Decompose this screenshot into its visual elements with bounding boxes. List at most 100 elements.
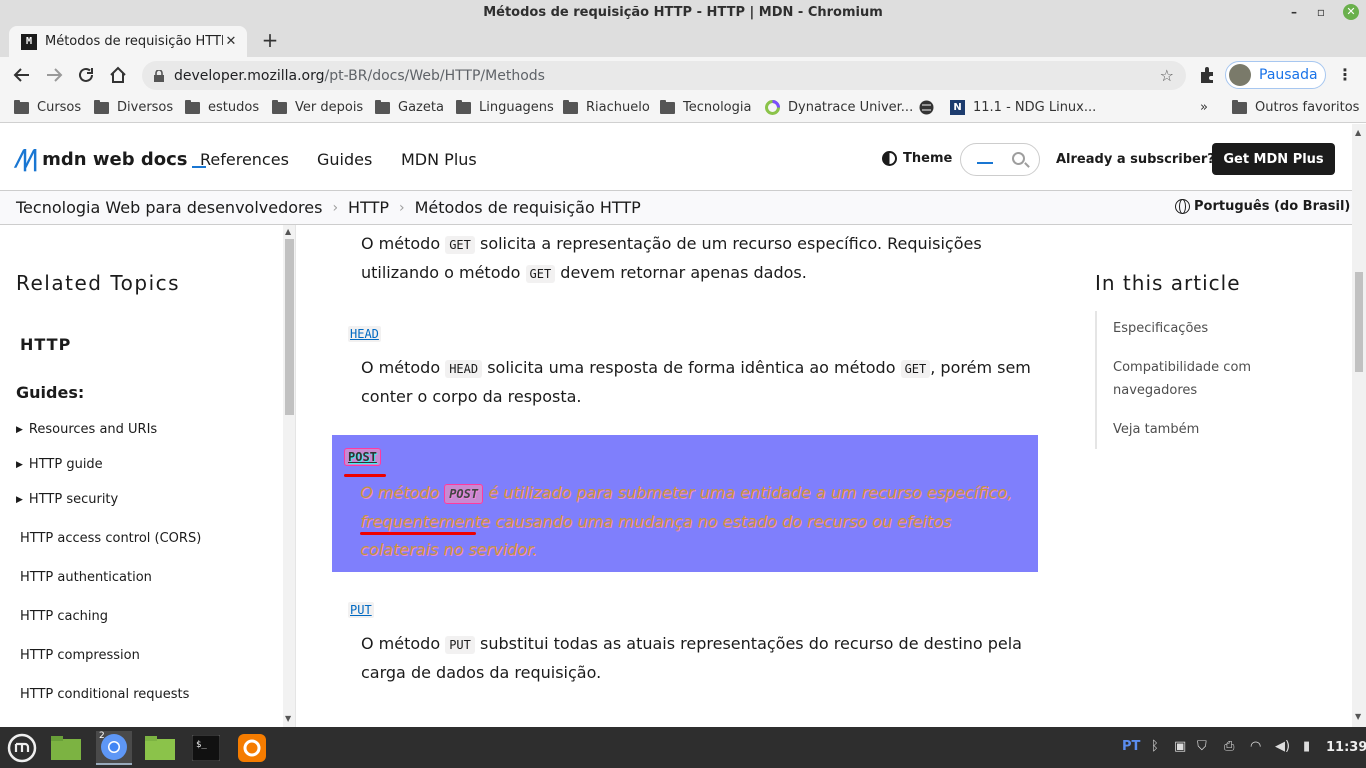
sidebar-item-compression[interactable]: HTTP compression — [20, 648, 140, 663]
bookmark-riachuelo[interactable]: Riachuelo — [563, 99, 650, 115]
back-icon[interactable] — [11, 64, 33, 86]
mdn-logo-mark-icon: /|/| — [16, 147, 39, 172]
bookmark-linguagens[interactable]: Linguagens — [456, 99, 554, 115]
sidebar-scroll-thumb[interactable] — [285, 239, 294, 415]
svg-text:$_: $_ — [196, 740, 207, 750]
folder-icon — [660, 99, 675, 114]
app-orange-icon[interactable] — [234, 731, 270, 765]
scroll-up-icon[interactable]: ▲ — [1355, 128, 1361, 137]
globe-icon — [919, 100, 934, 115]
close-window-icon[interactable]: ✕ — [1343, 4, 1359, 20]
sidebar-item-resources-and-uris[interactable]: ▶ Resources and URIs — [16, 422, 157, 437]
page-scrollbar[interactable]: ▲ ▼ — [1352, 124, 1366, 727]
reload-icon[interactable] — [75, 64, 97, 86]
folder-icon — [14, 99, 29, 114]
bookmark-cursos[interactable]: Cursos — [14, 99, 81, 115]
nav-mdn-plus[interactable]: MDN Plus — [401, 150, 477, 169]
breadcrumb: Tecnologia Web para desenvolvedores › HT… — [16, 198, 641, 217]
nav-guides[interactable]: Guides — [317, 150, 372, 169]
clock[interactable]: 11:39 — [1326, 740, 1366, 755]
get-mdn-plus-button[interactable]: Get MDN Plus — [1212, 143, 1335, 175]
get-description: O método GET solicita a representação de… — [361, 234, 982, 283]
theme-icon — [882, 151, 897, 166]
red-underline — [360, 532, 476, 535]
breadcrumb-methods[interactable]: Métodos de requisição HTTP — [415, 198, 641, 217]
browser-toolbar: developer.mozilla.org/pt-BR/docs/Web/HTT… — [0, 57, 1366, 93]
theme-button[interactable]: Theme — [882, 151, 952, 166]
nav-references[interactable]: References — [200, 150, 289, 169]
bookmark-tecnologia[interactable]: Tecnologia — [660, 99, 751, 115]
bookmark-ndg-linux[interactable]: N 11.1 - NDG Linux... — [950, 100, 1096, 115]
chromium-taskbar-icon[interactable]: 2 — [96, 731, 132, 765]
bookmarks-overflow-icon[interactable]: » — [1200, 100, 1208, 115]
search-input[interactable] — [960, 143, 1040, 176]
wifi-icon[interactable]: ◠ — [1250, 739, 1261, 754]
lock-icon — [154, 69, 164, 82]
sidebar-item-authentication[interactable]: HTTP authentication — [20, 570, 152, 585]
scroll-down-icon[interactable]: ▼ — [1355, 712, 1361, 721]
language-selector[interactable]: Português (do Brasil) — [1175, 199, 1350, 214]
new-tab-icon[interactable]: + — [260, 29, 280, 51]
bookmark-other[interactable]: Outros favoritos — [1232, 99, 1359, 115]
keyboard-layout-indicator[interactable]: PT — [1122, 739, 1140, 754]
bookmark-diversos[interactable]: Diversos — [94, 99, 173, 115]
page-scroll-thumb[interactable] — [1355, 272, 1363, 372]
address-bar[interactable]: developer.mozilla.org/pt-BR/docs/Web/HTT… — [142, 61, 1186, 90]
bookmark-dynatrace[interactable]: Dynatrace Univer... — [765, 100, 913, 115]
terminal-icon[interactable]: $_ — [188, 731, 224, 765]
bookmark-estudos[interactable]: estudos — [185, 99, 259, 115]
folder-taskbar-icon[interactable] — [142, 731, 178, 765]
toc-title: In this article — [1095, 271, 1241, 295]
home-icon[interactable] — [107, 64, 129, 86]
bookmark-star-icon[interactable]: ☆ — [1160, 66, 1174, 85]
subscriber-link[interactable]: Already a subscriber? — [1056, 152, 1215, 167]
scroll-down-icon[interactable]: ▼ — [285, 714, 291, 723]
globe-icon — [1175, 199, 1190, 214]
breadcrumb-web-tech[interactable]: Tecnologia Web para desenvolvedores — [16, 198, 322, 217]
sidebar-item-http[interactable]: HTTP — [20, 335, 71, 354]
bluetooth-icon[interactable]: ᛒ — [1151, 739, 1159, 754]
extensions-icon[interactable] — [1198, 66, 1216, 84]
term-put-link[interactable]: PUT — [348, 602, 374, 618]
sidebar-item-caching[interactable]: HTTP caching — [20, 609, 108, 624]
toc-item-compatibilidade[interactable]: Compatibilidade com navegadores — [1097, 356, 1275, 402]
folder-icon — [94, 99, 109, 114]
battery-icon[interactable]: ▮ — [1303, 739, 1310, 754]
chevron-right-icon: › — [399, 199, 405, 216]
forward-icon[interactable] — [43, 64, 65, 86]
browser-menu-icon[interactable]: ⋮ — [1337, 65, 1353, 84]
sidebar-item-cors[interactable]: HTTP access control (CORS) — [20, 531, 201, 546]
sidebar-item-http-security[interactable]: ▶ HTTP security — [16, 492, 118, 507]
mint-menu-icon[interactable] — [4, 731, 40, 765]
toc-item-especificacoes[interactable]: Especificações — [1097, 317, 1275, 340]
bookmark-globe[interactable] — [919, 100, 942, 115]
code-get: GET — [445, 236, 475, 254]
printer-icon[interactable]: ⎙ — [1224, 739, 1234, 754]
folder-icon — [1232, 99, 1247, 114]
scroll-up-icon[interactable]: ▲ — [285, 227, 291, 236]
sidebar-scrollbar[interactable]: ▲ ▼ — [283, 225, 295, 727]
term-post-link[interactable]: POST — [344, 448, 381, 466]
bookmarks-bar: Cursos Diversos estudos Ver depois Gazet… — [0, 93, 1366, 123]
tab-title: Métodos de requisição HTTP — [45, 34, 223, 49]
profile-button[interactable]: Pausada — [1225, 61, 1326, 89]
sidebar-item-conditional-requests[interactable]: HTTP conditional requests — [20, 687, 189, 702]
term-head-link[interactable]: HEAD — [348, 326, 381, 342]
volume-icon[interactable]: ◀) — [1275, 739, 1290, 754]
minimize-icon[interactable]: – — [1286, 4, 1302, 20]
bookmark-ver-depois[interactable]: Ver depois — [272, 99, 363, 115]
tab-close-icon[interactable]: ✕ — [223, 34, 239, 49]
mdn-header: /|/| mdn web docs References Guides MDN … — [0, 124, 1352, 191]
mdn-logo[interactable]: /|/| mdn web docs — [16, 147, 206, 172]
browser-tab[interactable]: M Métodos de requisição HTTP ✕ — [9, 26, 247, 57]
clipboard-icon[interactable]: ▣ — [1174, 739, 1186, 754]
shield-icon[interactable]: ⛉ — [1197, 739, 1207, 754]
restore-icon[interactable]: ▫ — [1313, 4, 1329, 20]
folder-icon — [375, 99, 390, 114]
bookmark-gazeta[interactable]: Gazeta — [375, 99, 444, 115]
sidebar-item-http-guide[interactable]: ▶ HTTP guide — [16, 457, 103, 472]
files-icon[interactable] — [48, 731, 84, 765]
breadcrumb-http[interactable]: HTTP — [348, 198, 389, 217]
head-description: O método HEAD solicita uma resposta de f… — [361, 358, 1031, 406]
toc-item-veja-tambem[interactable]: Veja também — [1097, 418, 1275, 441]
